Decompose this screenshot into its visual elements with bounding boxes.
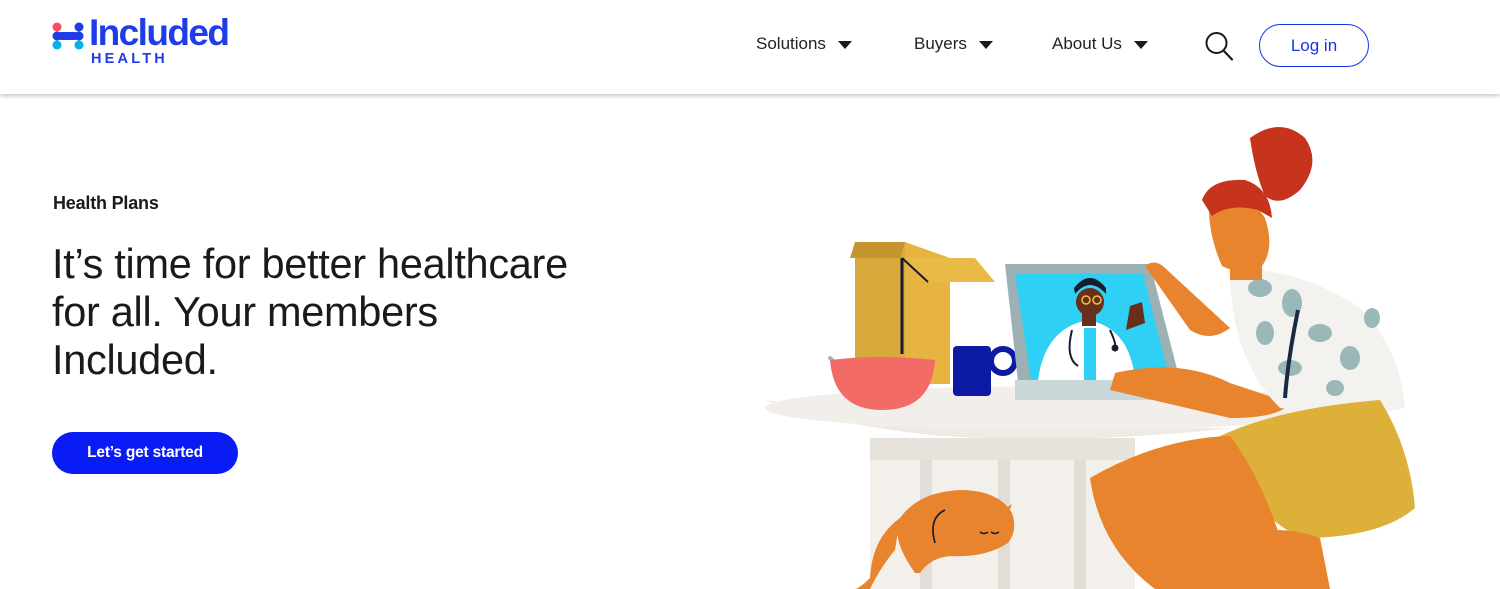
logo-mark-icon bbox=[52, 22, 84, 50]
chevron-down-icon bbox=[1133, 41, 1148, 49]
nav-about-us-label: About Us bbox=[1052, 34, 1122, 53]
logo-wordmark: Included bbox=[89, 12, 230, 53]
chevron-down-icon bbox=[837, 41, 852, 49]
get-started-button[interactable]: Let’s get started bbox=[52, 432, 238, 474]
search-icon[interactable] bbox=[1204, 30, 1234, 62]
chevron-down-icon bbox=[978, 41, 993, 49]
nav-about-us[interactable]: About Us bbox=[1052, 32, 1148, 56]
included-health-logo[interactable]: Included HEALTH bbox=[52, 12, 262, 72]
site-header: Included HEALTH Solutions Buyers About U… bbox=[0, 0, 1500, 94]
nav-solutions-label: Solutions bbox=[756, 34, 826, 53]
hero-headline: It’s time for better healthcare for all.… bbox=[52, 240, 568, 383]
nav-buyers-label: Buyers bbox=[914, 34, 967, 53]
telehealth-illustration bbox=[765, 127, 1415, 589]
logo-subtitle: HEALTH bbox=[91, 51, 168, 67]
hero-eyebrow: Health Plans bbox=[53, 193, 159, 213]
nav-solutions[interactable]: Solutions bbox=[756, 32, 852, 56]
login-button[interactable]: Log in bbox=[1259, 24, 1369, 67]
nav-buyers[interactable]: Buyers bbox=[914, 32, 993, 56]
